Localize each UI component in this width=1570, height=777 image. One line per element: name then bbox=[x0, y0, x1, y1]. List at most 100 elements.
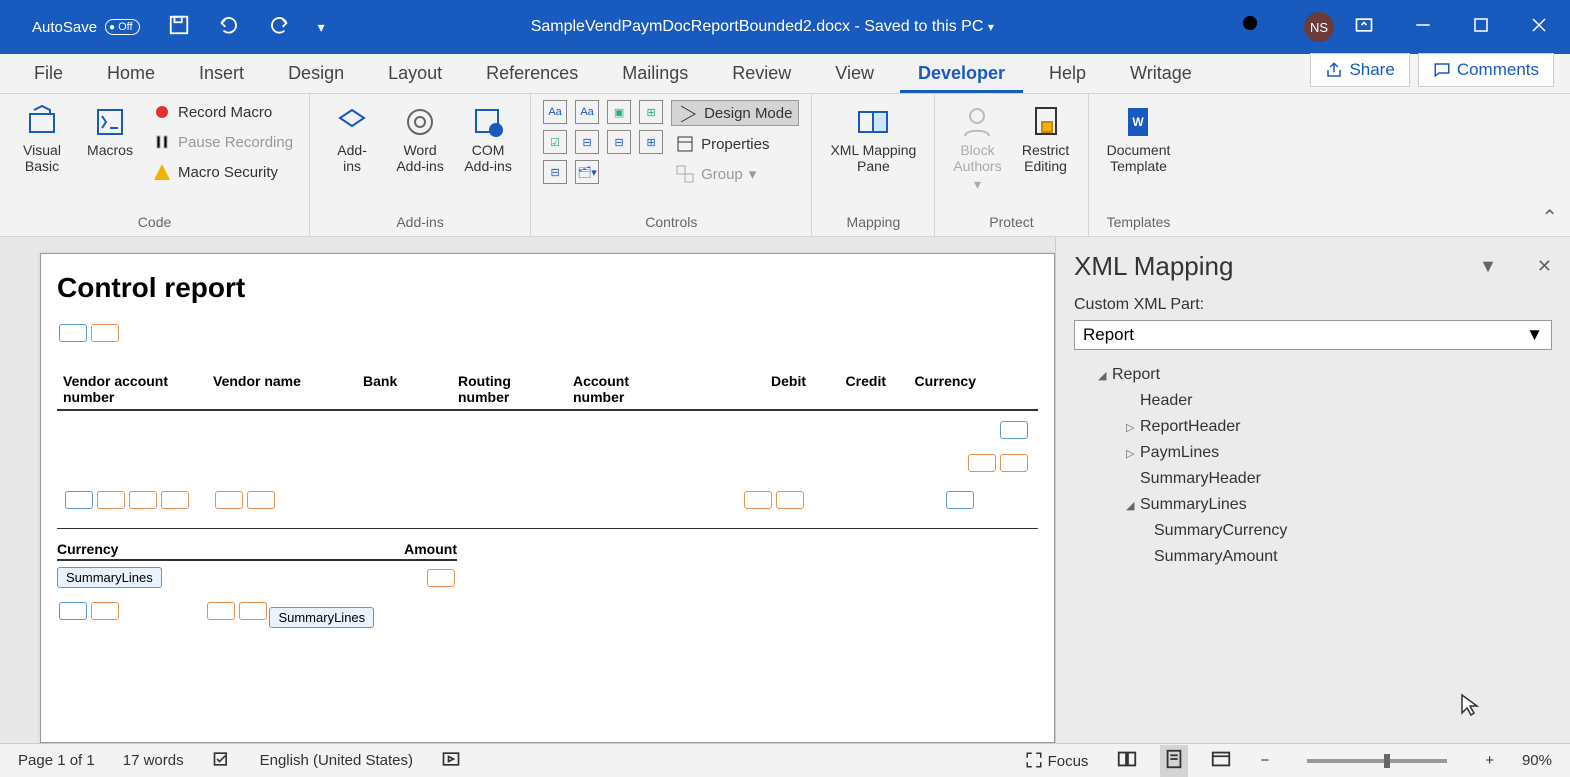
content-control[interactable] bbox=[161, 491, 189, 509]
share-button[interactable]: Share bbox=[1310, 53, 1409, 87]
content-control[interactable] bbox=[59, 602, 87, 620]
tab-layout[interactable]: Layout bbox=[370, 53, 460, 93]
tab-file[interactable]: File bbox=[16, 53, 81, 93]
xml-mapping-pane-button[interactable]: XML Mapping Pane bbox=[824, 100, 922, 178]
customize-qat-icon[interactable]: ▾ bbox=[318, 19, 325, 36]
content-control[interactable] bbox=[65, 491, 93, 509]
tree-node-summarylines[interactable]: ◢SummaryLines bbox=[1074, 492, 1552, 518]
rich-text-control-icon[interactable]: Aa bbox=[543, 100, 567, 124]
tree-node-summaryamount[interactable]: SummaryAmount bbox=[1074, 544, 1552, 570]
tree-node-reportheader[interactable]: ▷ReportHeader bbox=[1074, 414, 1552, 440]
page-indicator[interactable]: Page 1 of 1 bbox=[18, 752, 95, 769]
ribbon-display-icon[interactable] bbox=[1354, 15, 1374, 40]
macros-button[interactable]: Macros bbox=[80, 100, 140, 162]
search-icon[interactable] bbox=[1240, 13, 1264, 42]
tab-help[interactable]: Help bbox=[1031, 53, 1104, 93]
content-control[interactable] bbox=[946, 491, 974, 509]
plain-text-control-icon[interactable]: Aa bbox=[575, 100, 599, 124]
content-control[interactable] bbox=[744, 491, 772, 509]
content-control[interactable] bbox=[968, 454, 996, 472]
language-indicator[interactable]: English (United States) bbox=[260, 752, 413, 769]
content-control[interactable] bbox=[97, 491, 125, 509]
table-header-row: Vendor account number Vendor name Bank R… bbox=[57, 373, 1038, 411]
repeating-section-control-icon[interactable]: ⊟ bbox=[543, 160, 567, 184]
combobox-control-icon[interactable]: ⊟ bbox=[575, 130, 599, 154]
user-avatar[interactable]: NS bbox=[1304, 12, 1334, 42]
minimize-icon[interactable] bbox=[1414, 16, 1432, 39]
tab-home[interactable]: Home bbox=[89, 53, 173, 93]
focus-mode-button[interactable]: Focus bbox=[1025, 751, 1088, 770]
tree-node-summaryheader[interactable]: SummaryHeader bbox=[1074, 466, 1552, 492]
tab-view[interactable]: View bbox=[817, 53, 892, 93]
macro-security-button[interactable]: Macro Security bbox=[148, 160, 297, 184]
content-control[interactable] bbox=[91, 602, 119, 620]
document-page[interactable]: Control report Vendor account number Ven… bbox=[40, 253, 1055, 743]
tab-review[interactable]: Review bbox=[714, 53, 809, 93]
com-addins-button[interactable]: COM Add-ins bbox=[458, 100, 518, 178]
pane-close-icon[interactable]: ✕ bbox=[1537, 256, 1552, 277]
content-control[interactable] bbox=[247, 491, 275, 509]
word-addins-button[interactable]: Word Add-ins bbox=[390, 100, 450, 178]
date-picker-control-icon[interactable]: ⊞ bbox=[639, 130, 663, 154]
document-template-button[interactable]: WDocument Template bbox=[1101, 100, 1177, 178]
legacy-tools-icon[interactable]: 🗂▾ bbox=[575, 160, 599, 184]
addins-button[interactable]: Add- ins bbox=[322, 100, 382, 178]
undo-icon[interactable] bbox=[218, 14, 240, 41]
content-control[interactable] bbox=[129, 491, 157, 509]
record-macro-button[interactable]: Record Macro bbox=[148, 100, 297, 124]
building-block-control-icon[interactable]: ⊞ bbox=[639, 100, 663, 124]
save-icon[interactable] bbox=[168, 14, 190, 41]
tree-node-summarycurrency[interactable]: SummaryCurrency bbox=[1074, 518, 1552, 544]
picture-control-icon[interactable]: ▣ bbox=[607, 100, 631, 124]
content-control[interactable] bbox=[91, 324, 119, 342]
collapse-ribbon-icon[interactable]: ⌃ bbox=[1541, 205, 1558, 230]
content-control-tag[interactable]: SummaryLines bbox=[57, 567, 162, 588]
comments-button[interactable]: Comments bbox=[1418, 53, 1554, 87]
tab-developer[interactable]: Developer bbox=[900, 53, 1023, 93]
svg-text:W: W bbox=[1133, 115, 1145, 129]
zoom-in-button[interactable]: + bbox=[1485, 752, 1494, 769]
dropdown-control-icon[interactable]: ⊟ bbox=[607, 130, 631, 154]
design-mode-button[interactable]: Design Mode bbox=[671, 100, 799, 126]
macro-recording-icon[interactable] bbox=[441, 749, 461, 773]
tree-node-report[interactable]: ◢Report bbox=[1074, 362, 1552, 388]
content-control[interactable] bbox=[207, 602, 235, 620]
tab-mailings[interactable]: Mailings bbox=[604, 53, 706, 93]
content-control[interactable] bbox=[776, 491, 804, 509]
content-control[interactable] bbox=[59, 324, 87, 342]
tab-writage[interactable]: Writage bbox=[1112, 53, 1210, 93]
properties-button[interactable]: Properties bbox=[671, 132, 799, 156]
group-button: Group ▾ bbox=[671, 162, 799, 186]
tab-references[interactable]: References bbox=[468, 53, 596, 93]
xml-part-select[interactable]: Report▼ bbox=[1074, 320, 1552, 350]
tree-node-paymlines[interactable]: ▷PaymLines bbox=[1074, 440, 1552, 466]
tab-insert[interactable]: Insert bbox=[181, 53, 262, 93]
content-control[interactable] bbox=[1000, 454, 1028, 472]
zoom-slider[interactable] bbox=[1307, 759, 1447, 763]
tree-node-header[interactable]: Header bbox=[1074, 388, 1552, 414]
pane-options-icon[interactable]: ▼ bbox=[1479, 256, 1497, 277]
content-control-tag[interactable]: SummaryLines bbox=[269, 607, 374, 628]
tab-design[interactable]: Design bbox=[270, 53, 362, 93]
pause-recording-button: Pause Recording bbox=[148, 130, 297, 154]
summary-header-row: Currency Amount bbox=[57, 541, 457, 561]
maximize-icon[interactable] bbox=[1472, 16, 1490, 39]
print-layout-icon[interactable] bbox=[1160, 745, 1188, 777]
visual-basic-button[interactable]: Visual Basic bbox=[12, 100, 72, 178]
zoom-out-button[interactable]: − bbox=[1260, 752, 1269, 769]
read-mode-icon[interactable] bbox=[1116, 748, 1138, 774]
zoom-level[interactable]: 90% bbox=[1522, 752, 1552, 769]
restrict-editing-button[interactable]: Restrict Editing bbox=[1016, 100, 1076, 178]
content-control[interactable] bbox=[427, 569, 455, 587]
redo-icon[interactable] bbox=[268, 14, 290, 41]
close-icon[interactable] bbox=[1530, 16, 1548, 39]
content-control[interactable] bbox=[1000, 421, 1028, 439]
autosave-toggle[interactable]: AutoSave Off bbox=[32, 19, 140, 36]
spellcheck-icon[interactable] bbox=[212, 749, 232, 773]
word-count[interactable]: 17 words bbox=[123, 752, 184, 769]
web-layout-icon[interactable] bbox=[1210, 748, 1232, 774]
group-controls-label: Controls bbox=[543, 210, 799, 236]
content-control[interactable] bbox=[215, 491, 243, 509]
checkbox-control-icon[interactable]: ☑ bbox=[543, 130, 567, 154]
content-control[interactable] bbox=[239, 602, 267, 620]
